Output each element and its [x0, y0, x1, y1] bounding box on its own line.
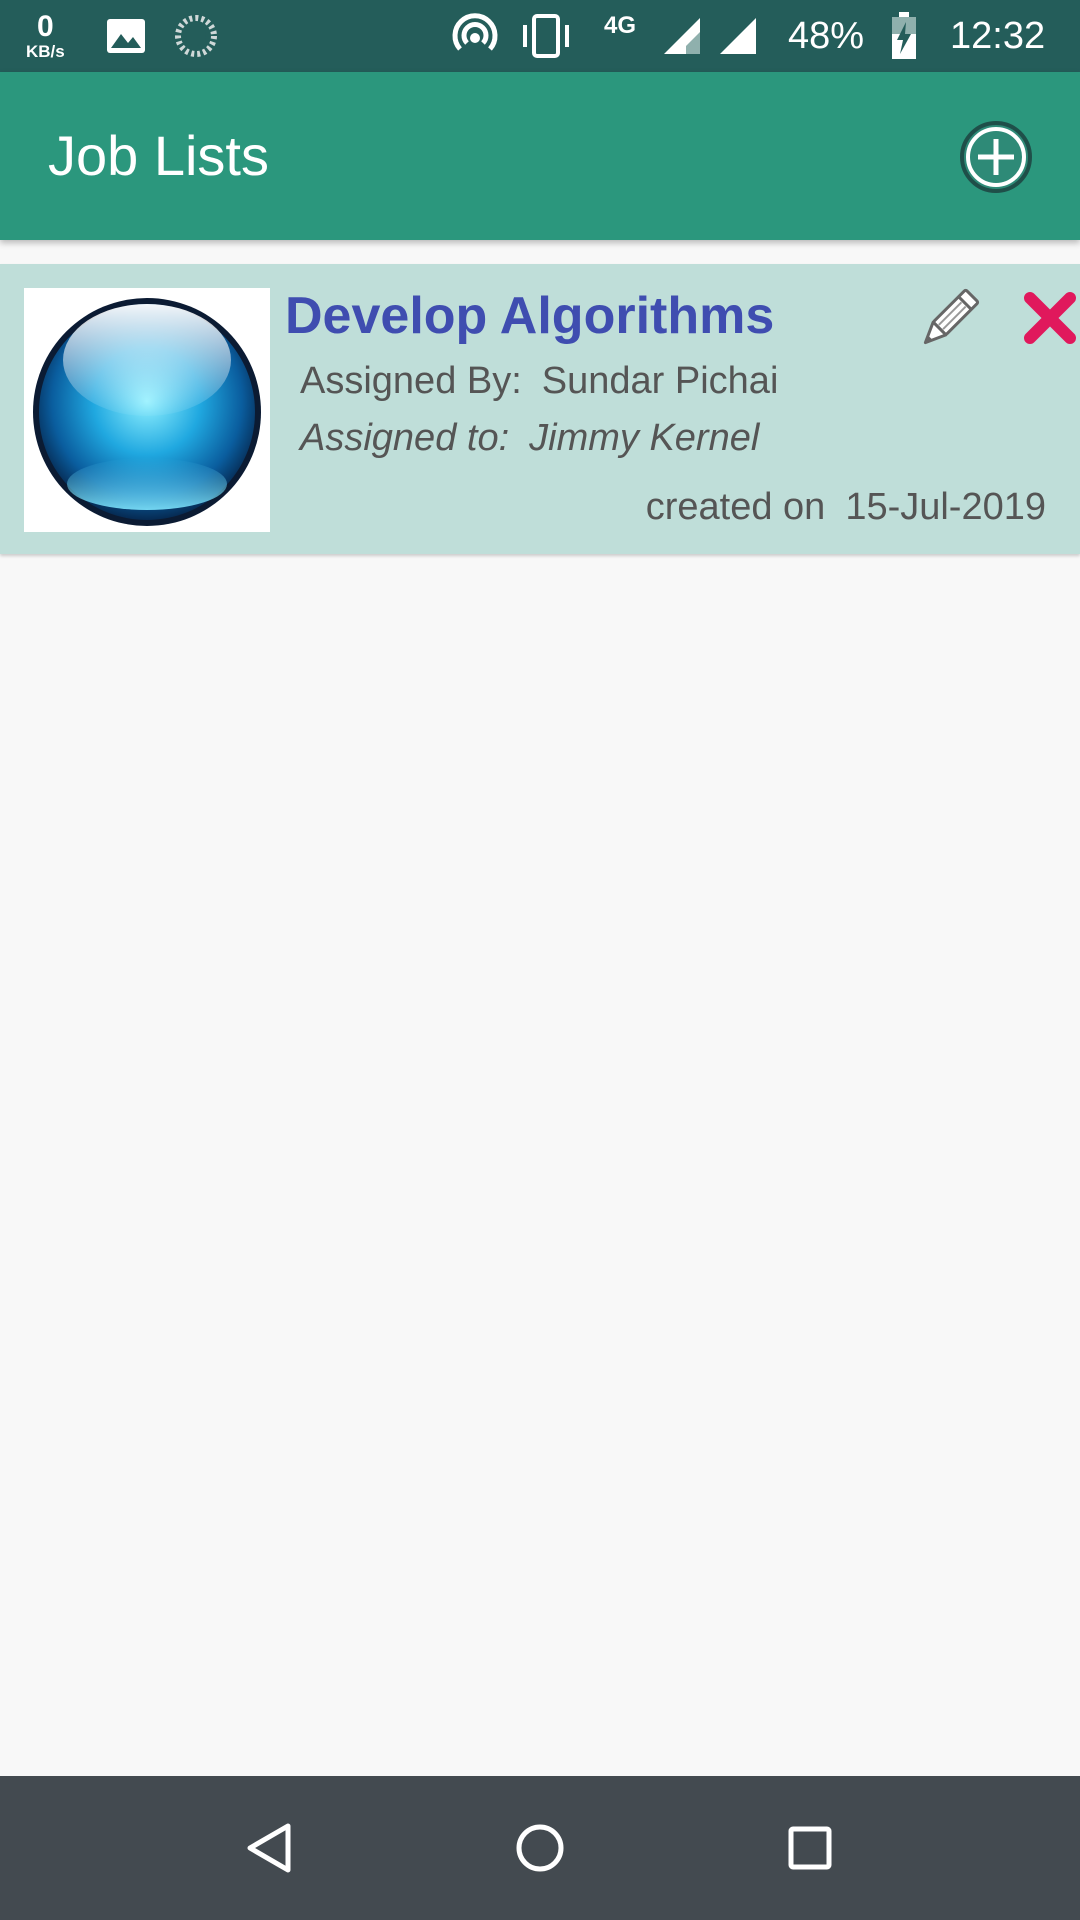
navigation-bar — [0, 1776, 1080, 1920]
net-speed-value: 0 — [37, 10, 54, 43]
add-job-button[interactable] — [958, 119, 1034, 195]
app-bar: Job Lists — [0, 72, 1080, 240]
assigned-by-label: Assigned By: — [300, 360, 522, 402]
created-date-value: 15-Jul-2019 — [845, 486, 1046, 528]
sync-spinner-icon — [174, 0, 218, 72]
assigned-by-value: Sundar Pichai — [541, 360, 779, 402]
assigned-to-value: Jimmy Kernel — [529, 417, 760, 459]
signal-icon — [662, 0, 702, 72]
hotspot-icon — [450, 0, 500, 72]
created-date: created on 15-Jul-2019 — [646, 486, 1046, 529]
assigned-to: Assigned to: Jimmy Kernel — [300, 417, 759, 460]
edit-job-button[interactable] — [912, 284, 984, 356]
recents-button[interactable] — [774, 1812, 846, 1884]
job-card[interactable]: Develop Algorithms Assigned By: Sundar Pi… — [0, 264, 1080, 554]
job-title[interactable]: Develop Algorithms — [285, 286, 774, 346]
assigned-by: Assigned By: Sundar Pichai — [300, 360, 778, 403]
vibrate-icon — [518, 0, 574, 72]
created-label: created on — [645, 486, 826, 528]
pencil-icon — [923, 288, 980, 345]
network-type: 4G — [604, 12, 637, 39]
back-button[interactable] — [234, 1812, 306, 1884]
blue-orb-image — [33, 298, 261, 526]
home-button[interactable] — [504, 1812, 576, 1884]
close-icon — [1024, 292, 1076, 344]
net-speed-unit: KB/s — [26, 42, 65, 61]
add-circle-icon — [960, 121, 1032, 193]
net-speed-indicator: 0 KB/s — [26, 0, 65, 72]
page-title: Job Lists — [48, 124, 269, 187]
job-thumbnail — [24, 288, 270, 532]
signal-icon — [718, 0, 758, 72]
assigned-to-label: Assigned to: — [300, 417, 510, 459]
battery-percent: 48% — [788, 14, 865, 57]
screen: 0 KB/s 4G 48% 12:32 Job Lists Develop Al… — [0, 0, 1080, 1920]
delete-job-button[interactable] — [1022, 290, 1078, 346]
recents-icon — [788, 1826, 832, 1870]
battery-charging-icon — [890, 0, 918, 72]
status-bar: 0 KB/s 4G 48% 12:32 — [0, 0, 1080, 72]
back-icon — [247, 1823, 291, 1873]
image-icon — [106, 0, 146, 72]
clock: 12:32 — [950, 14, 1046, 57]
home-icon — [516, 1824, 564, 1872]
